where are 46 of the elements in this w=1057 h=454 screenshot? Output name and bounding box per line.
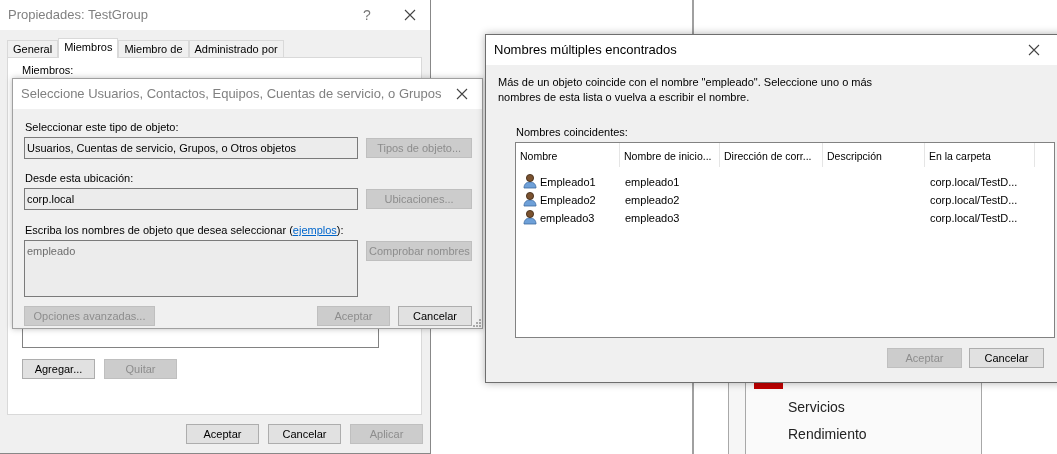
cancel-button[interactable]: Cancelar	[268, 424, 341, 444]
location-field: corp.local	[24, 188, 359, 210]
close-icon	[1028, 44, 1040, 56]
names-field[interactable]: empleado	[24, 240, 358, 297]
tab[interactable]: Miembro de	[118, 40, 189, 57]
column-header[interactable]: Nombre de inicio...	[620, 143, 720, 167]
window-title: Seleccione Usuarios, Contactos, Equipos, Cuentas de servicio, o Grupos	[21, 85, 442, 104]
window-title: Nombres múltiples encontrados	[494, 41, 677, 60]
user-icon	[522, 173, 538, 189]
table-cell-text: empleado1	[624, 175, 681, 190]
field-label: Seleccionar este tipo de objeto:	[25, 120, 180, 135]
object-type-field: Usuarios, Cuentas de servicio, Grupos, o Otros objetos	[24, 137, 359, 159]
add-button[interactable]: Agregar...	[22, 359, 95, 379]
tab[interactable]: Miembros	[58, 38, 119, 58]
close-icon	[404, 9, 416, 21]
table-cell-text: corp.local/TestD...	[929, 193, 1018, 208]
ok-button[interactable]: Aceptar	[186, 424, 259, 444]
window-title: Propiedades: TestGroup	[8, 6, 148, 25]
tab[interactable]: Administrado por	[188, 40, 284, 57]
tab[interactable]: General	[7, 40, 59, 57]
column-header[interactable]: Dirección de corr...	[720, 143, 823, 167]
menu-item[interactable]: Servicios	[788, 398, 981, 416]
selection-marker	[754, 383, 783, 389]
column-header[interactable]: En la carpeta	[925, 143, 1035, 167]
resize-grip-icon[interactable]	[473, 319, 481, 327]
cancel-button[interactable]: Cancelar	[398, 306, 472, 326]
help-button[interactable]: ?	[344, 4, 390, 26]
list-label: Nombres coincidentes:	[516, 125, 629, 140]
cancel-button[interactable]: Cancelar	[969, 348, 1044, 368]
table-cell-text: empleado3	[624, 211, 681, 226]
column-header[interactable]: Descripción	[823, 143, 925, 167]
name-cell[interactable]: Empleado1	[540, 173, 596, 191]
name-cell[interactable]: Empleado2	[540, 191, 596, 209]
column-header[interactable]: Nombre	[516, 143, 620, 167]
menu-item[interactable]: Rendimiento	[788, 425, 981, 443]
message-text: Más de un objeto coincide con el nombre "empleado". Seleccione uno o más nombres de esta lista o vuelva a escribir el nombre.	[497, 75, 874, 105]
field-label: Desde esta ubicación:	[25, 171, 135, 186]
user-icon	[522, 191, 538, 207]
field-label: Escriba los nombres de objeto que desea seleccionar (ejemplos):	[25, 223, 345, 238]
user-icon	[522, 209, 538, 225]
table-cell-text: empleado2	[624, 193, 681, 208]
table-cell-text: corp.local/TestD...	[929, 175, 1018, 190]
name-cell[interactable]: empleado3	[540, 209, 595, 227]
table-cell-text: corp.local/TestD...	[929, 211, 1018, 226]
members-label: Miembros:	[22, 63, 75, 78]
close-icon	[456, 88, 468, 100]
